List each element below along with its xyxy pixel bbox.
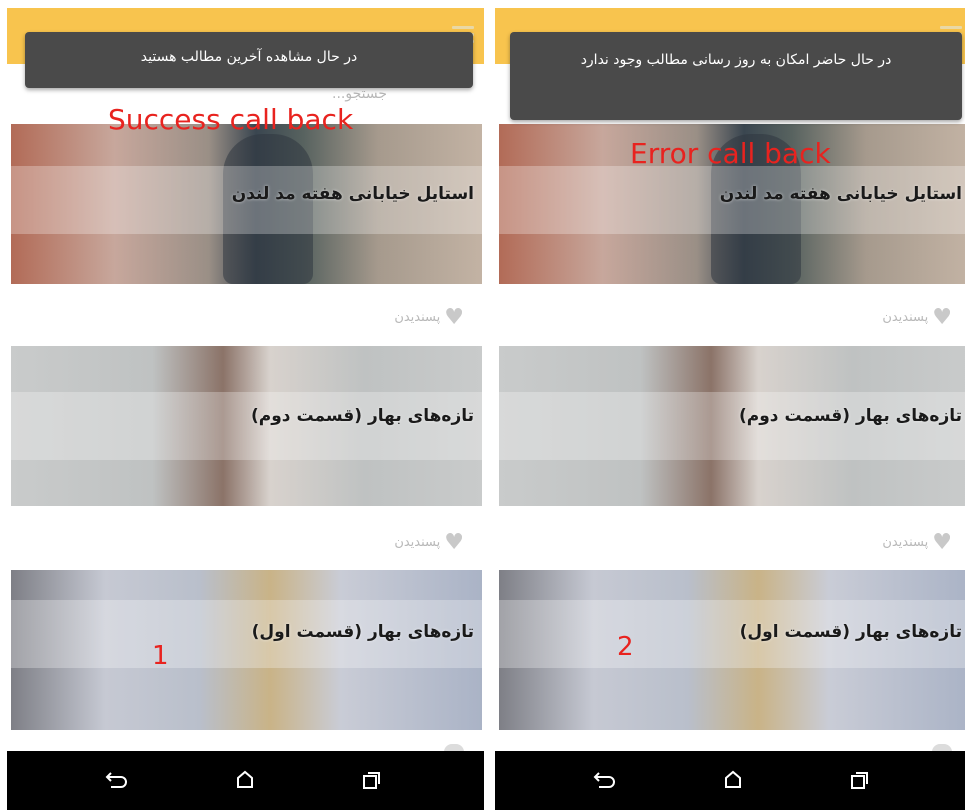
heart-icon: ♥	[932, 305, 952, 330]
article-card[interactable]: استایل خیابانی هفته مد لندن	[11, 124, 482, 284]
home-icon[interactable]	[718, 765, 748, 795]
heart-icon: ♥	[444, 530, 464, 555]
article-title: تازه‌های بهار (قسمت اول)	[251, 622, 474, 642]
article-title: تازه‌های بهار (قسمت اول)	[739, 622, 962, 642]
like-label: پسندیدن	[882, 535, 929, 550]
like-label: پسندیدن	[394, 310, 441, 325]
recents-icon[interactable]	[357, 765, 387, 795]
like-button[interactable]: ♥پسندیدن	[882, 530, 952, 555]
article-title: استایل خیابانی هفته مد لندن	[719, 184, 962, 204]
back-icon[interactable]	[590, 765, 620, 795]
search-placeholder: جستجو...	[332, 86, 387, 102]
system-nav-bar	[7, 751, 484, 810]
like-label: پسندیدن	[394, 535, 441, 550]
article-card[interactable]: تازه‌های بهار (قسمت دوم)	[499, 346, 965, 506]
heart-icon: ♥	[932, 530, 952, 555]
toast-text: در حال حاضر امکان به روز رسانی مطالب وجو…	[580, 52, 892, 68]
article-card[interactable]: تازه‌های بهار (قسمت دوم)	[11, 346, 482, 506]
article-title: تازه‌های بهار (قسمت دوم)	[739, 406, 962, 426]
back-icon[interactable]	[102, 765, 132, 795]
screenshot-number: 2	[617, 632, 634, 662]
error-callback-label: Error call back	[630, 137, 831, 170]
success-callback-label: Success call back	[108, 103, 354, 136]
article-title: تازه‌های بهار (قسمت دوم)	[251, 406, 474, 426]
like-button[interactable]: ♥پسندیدن	[394, 530, 464, 555]
article-title: استایل خیابانی هفته مد لندن	[231, 184, 474, 204]
like-label: پسندیدن	[882, 310, 929, 325]
system-nav-bar	[495, 751, 965, 810]
home-icon[interactable]	[230, 765, 260, 795]
recents-icon[interactable]	[845, 765, 875, 795]
heart-icon: ♥	[444, 305, 464, 330]
toast-message: در حال حاضر امکان به روز رسانی مطالب وجو…	[510, 32, 962, 120]
toast-message: در حال مشاهده آخرین مطالب هستید	[25, 32, 473, 88]
screenshot-error: جستجو... استایل خیابانی هفته مد لندن ♥پس…	[495, 0, 965, 810]
article-card[interactable]: تازه‌های بهار (قسمت اول)	[499, 570, 965, 730]
like-button[interactable]: ♥پسندیدن	[394, 305, 464, 330]
like-button[interactable]: ♥پسندیدن	[882, 305, 952, 330]
article-card[interactable]: تازه‌های بهار (قسمت اول)	[11, 570, 482, 730]
screenshot-number: 1	[152, 641, 169, 671]
